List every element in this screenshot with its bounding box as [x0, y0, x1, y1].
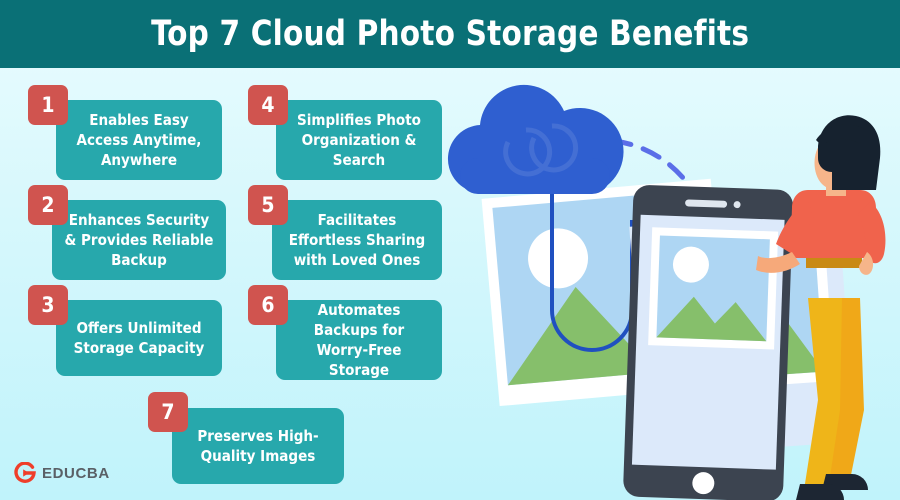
page-header: Top 7 Cloud Photo Storage Benefits — [0, 0, 900, 68]
benefit-badge-4: 4 — [248, 85, 288, 125]
benefit-text: Facilitates Effortless Sharing with Love… — [288, 210, 426, 270]
benefit-card-7[interactable]: Preserves High-Quality Images — [172, 408, 344, 484]
benefit-text: Enhances Security & Provides Reliable Ba… — [64, 210, 214, 270]
infographic-root: Top 7 Cloud Photo Storage Benefits 1 Ena… — [0, 0, 900, 500]
benefit-badge-6: 6 — [248, 285, 288, 325]
benefit-number: 4 — [261, 93, 275, 117]
benefit-card-4[interactable]: Simplifies Photo Organization & Search — [276, 100, 442, 180]
benefit-number: 3 — [41, 293, 55, 317]
benefit-number: 7 — [161, 400, 175, 424]
educba-logo[interactable]: EDUCBA — [14, 461, 110, 484]
benefit-number: 6 — [261, 293, 275, 317]
educba-logo-icon — [14, 461, 36, 484]
cloud-icon — [447, 84, 624, 194]
benefit-badge-2: 2 — [28, 185, 68, 225]
benefit-text: Offers Unlimited Storage Capacity — [73, 318, 205, 357]
benefit-badge-5: 5 — [248, 185, 288, 225]
benefit-number: 5 — [261, 193, 275, 217]
benefit-badge-1: 1 — [28, 85, 68, 125]
benefit-card-2[interactable]: Enhances Security & Provides Reliable Ba… — [52, 200, 226, 280]
benefit-text: Simplifies Photo Organization & Search — [296, 110, 421, 170]
benefit-number: 1 — [41, 93, 55, 117]
illustration — [430, 70, 900, 500]
benefit-number: 2 — [41, 193, 55, 217]
benefit-card-5[interactable]: Facilitates Effortless Sharing with Love… — [272, 200, 442, 280]
benefit-badge-3: 3 — [28, 285, 68, 325]
smartphone — [623, 185, 794, 500]
benefit-badge-7: 7 — [148, 392, 188, 432]
page-title: Top 7 Cloud Photo Storage Benefits — [150, 14, 750, 54]
educba-logo-text: EDUCBA — [42, 464, 110, 482]
benefit-text: Enables Easy Access Anytime, Anywhere — [76, 110, 202, 170]
benefit-text: Preserves High-Quality Images — [197, 426, 319, 465]
benefit-card-3[interactable]: Offers Unlimited Storage Capacity — [56, 300, 222, 376]
benefit-card-1[interactable]: Enables Easy Access Anytime, Anywhere — [56, 100, 222, 180]
benefit-card-6[interactable]: Automates Backups for Worry-Free Storage — [276, 300, 442, 380]
benefit-text: Automates Backups for Worry-Free Storage — [313, 300, 405, 380]
